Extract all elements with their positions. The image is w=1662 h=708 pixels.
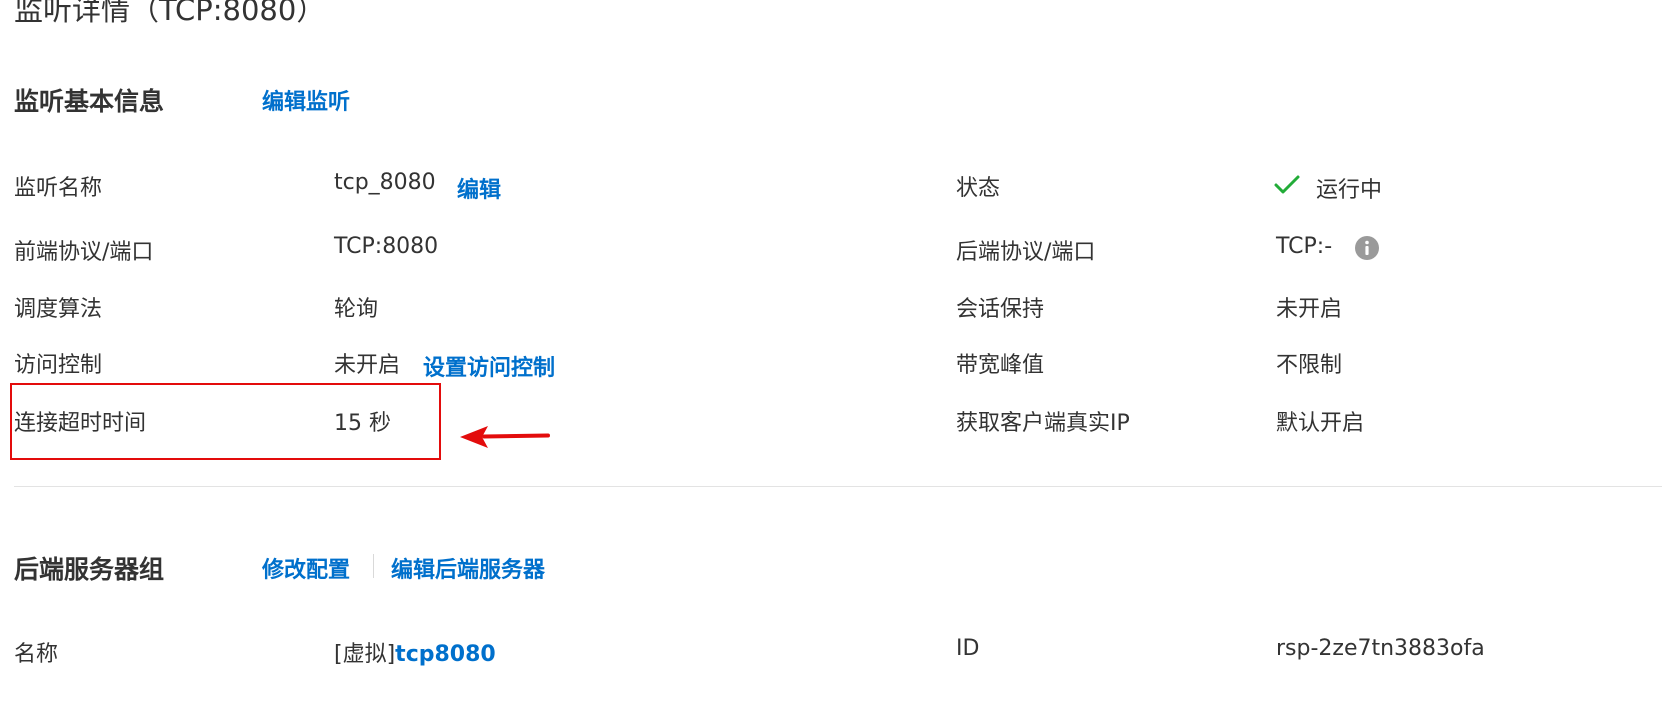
group-id-value: rsp-2ze7tn3883ofa [1276,636,1485,661]
real-ip-label: 获取客户端真实IP [956,411,1130,436]
frontend-protocol-value: TCP:8080 [334,234,439,259]
status-label: 状态 [956,176,1001,201]
group-name-link[interactable]: tcp8080 [395,642,496,667]
backend-protocol-value: TCP:- [1276,234,1333,259]
access-control-value: 未开启 [334,353,401,378]
status-value: 运行中 [1316,178,1383,203]
edit-listener-link[interactable]: 编辑监听 [262,84,350,116]
session-persistence-label: 会话保持 [956,297,1045,322]
edit-backend-servers-link[interactable]: 编辑后端服务器 [391,552,545,584]
algorithm-value: 轮询 [334,297,379,322]
bandwidth-label: 带宽峰值 [956,353,1045,378]
backend-protocol-label: 后端协议/端口 [956,240,1096,265]
frontend-protocol-label: 前端协议/端口 [14,240,154,265]
set-access-control-link[interactable]: 设置访问控制 [423,350,555,382]
bandwidth-value: 不限制 [1276,353,1343,378]
listener-name-label: 监听名称 [14,176,103,201]
real-ip-value: 默认开启 [1276,411,1365,436]
group-name-label: 名称 [14,642,59,667]
check-icon [1273,173,1301,197]
link-separator [373,554,374,578]
info-icon[interactable] [1355,236,1379,260]
section-divider [14,486,1662,487]
access-control-label: 访问控制 [14,353,103,378]
group-name-value: [虚拟]tcp8080 [334,636,496,668]
session-persistence-value: 未开启 [1276,297,1343,322]
edit-name-link[interactable]: 编辑 [457,172,501,204]
algorithm-label: 调度算法 [14,297,103,322]
listener-section-title: 监听基本信息 [14,87,165,116]
arrow-annotation [456,420,552,452]
page-title: 监听详情（TCP:8080） [14,0,326,27]
group-name-prefix: [虚拟] [334,642,396,667]
highlight-box [10,383,441,460]
listener-name-value: tcp_8080 [334,170,436,195]
modify-config-link[interactable]: 修改配置 [262,552,350,584]
group-id-label: ID [956,636,980,661]
backend-section-title: 后端服务器组 [14,555,165,584]
